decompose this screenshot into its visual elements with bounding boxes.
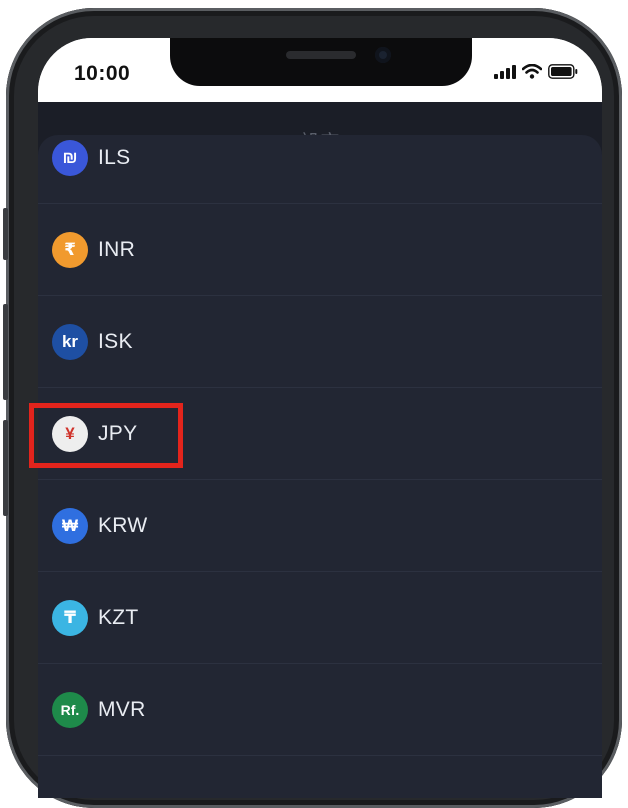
shekel-icon: ₪ bbox=[52, 140, 88, 176]
currency-code: INR bbox=[98, 238, 136, 261]
won-icon: ₩ bbox=[52, 508, 88, 544]
currency-code: KZT bbox=[98, 606, 139, 629]
notch bbox=[170, 38, 472, 86]
currency-row-mvr[interactable]: Rf. MVR bbox=[38, 664, 602, 756]
status-icons bbox=[494, 64, 578, 79]
currency-code: ISK bbox=[98, 330, 133, 353]
highlight-box bbox=[29, 403, 183, 468]
volume-down-button bbox=[3, 420, 8, 516]
wifi-icon bbox=[522, 64, 542, 79]
currency-row-kzt[interactable]: ₸ KZT bbox=[38, 572, 602, 664]
battery-icon bbox=[548, 64, 578, 79]
front-camera bbox=[375, 47, 391, 63]
krona-icon: kr bbox=[52, 324, 88, 360]
rupee-icon: ₹ bbox=[52, 232, 88, 268]
currency-row-isk[interactable]: kr ISK bbox=[38, 296, 602, 388]
currency-row-inr[interactable]: ₹ INR bbox=[38, 204, 602, 296]
currency-code: ILS bbox=[98, 146, 131, 169]
currency-row-krw[interactable]: ₩ KRW bbox=[38, 480, 602, 572]
status-time: 10:00 bbox=[74, 62, 131, 85]
volume-up-button bbox=[3, 304, 8, 400]
signal-bars-icon bbox=[494, 64, 516, 79]
currency-code: MVR bbox=[98, 698, 146, 721]
action-button bbox=[3, 208, 8, 260]
speaker-grille bbox=[286, 51, 356, 59]
currency-row-next[interactable] bbox=[38, 756, 602, 798]
rufiyaa-icon: Rf. bbox=[52, 692, 88, 728]
tenge-icon: ₸ bbox=[52, 600, 88, 636]
currency-row-ils[interactable]: ₪ ILS bbox=[38, 135, 602, 204]
currency-code: KRW bbox=[98, 514, 148, 537]
